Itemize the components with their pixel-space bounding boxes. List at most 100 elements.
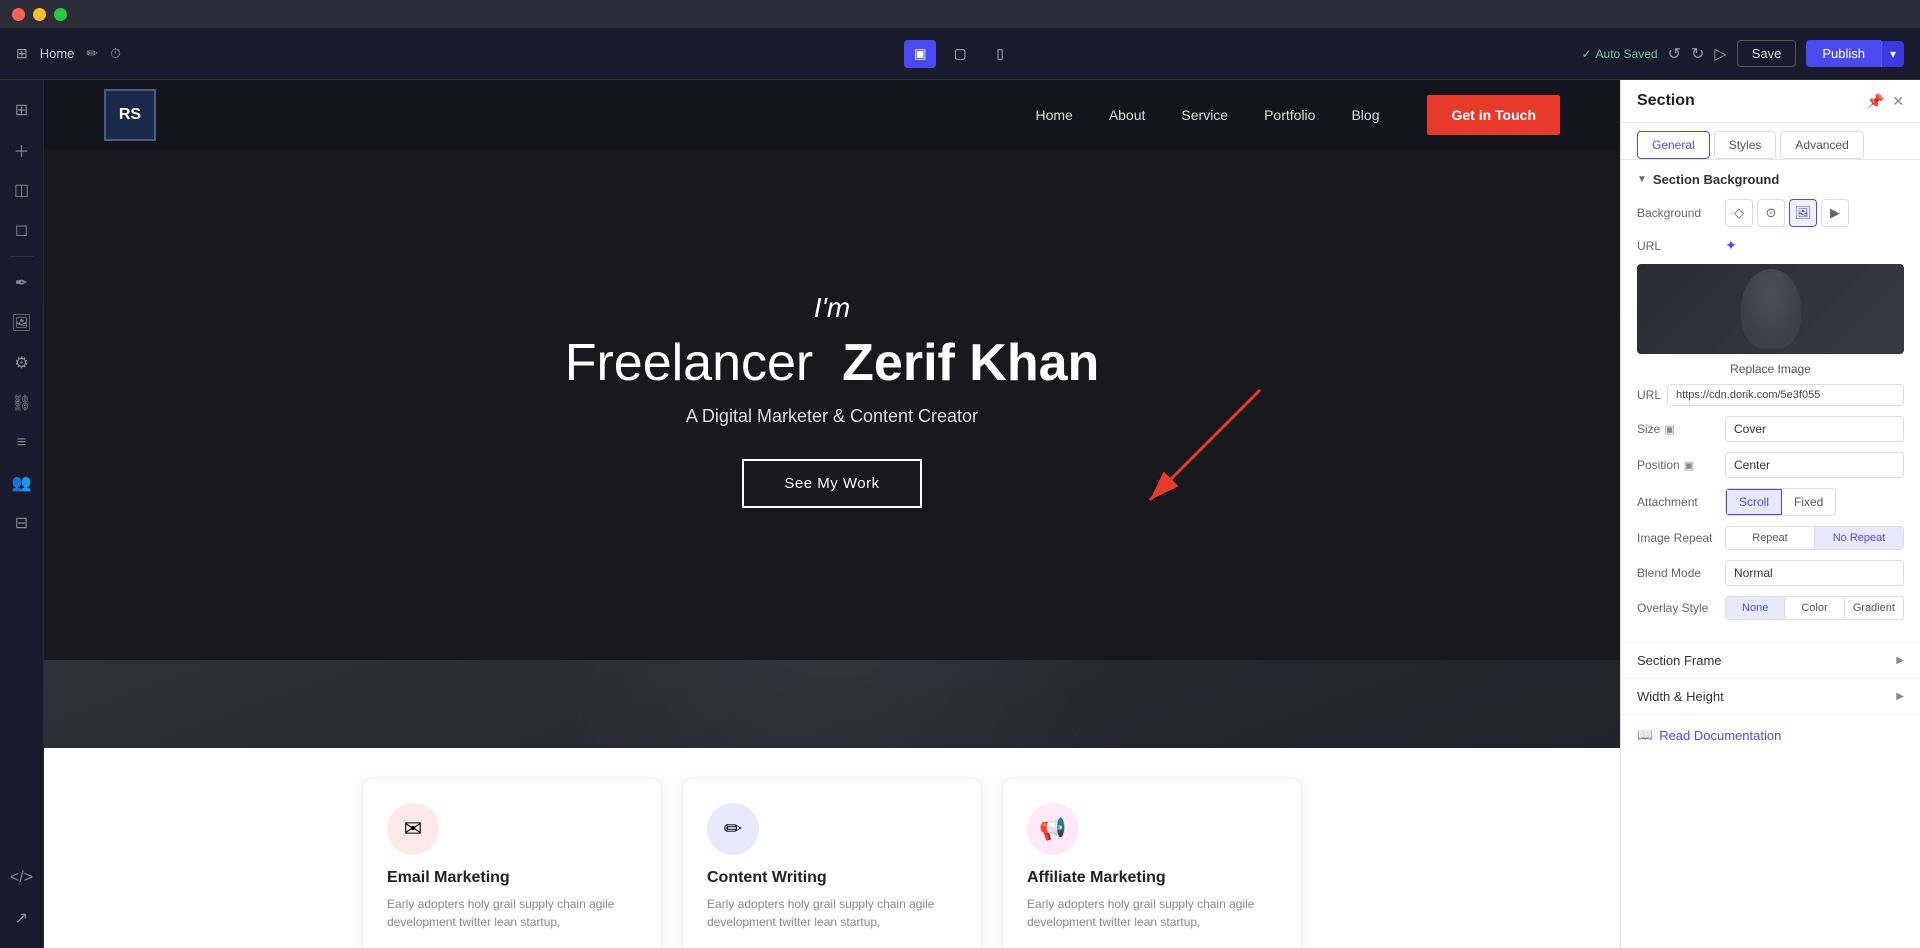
attachment-fixed-btn[interactable]: Fixed bbox=[1782, 489, 1835, 515]
publish-button[interactable]: Publish bbox=[1806, 40, 1881, 67]
nav-link-portfolio[interactable]: Portfolio bbox=[1264, 107, 1315, 123]
blend-mode-label: Blend Mode bbox=[1637, 566, 1717, 580]
bg-video-button[interactable]: ▶ bbox=[1821, 199, 1849, 227]
card-content-writing: ✏ Content Writing Early adopters holy gr… bbox=[682, 778, 982, 948]
minimize-button[interactable] bbox=[33, 8, 46, 21]
save-button[interactable]: Save bbox=[1737, 40, 1797, 67]
bg-gradient-button[interactable]: ⊙ bbox=[1757, 199, 1785, 227]
sidebar-item-code[interactable]: </> bbox=[4, 860, 40, 896]
tab-advanced[interactable]: Advanced bbox=[1780, 131, 1863, 159]
close-button[interactable] bbox=[12, 8, 25, 21]
card-title-email: Email Marketing bbox=[387, 869, 637, 887]
tab-general[interactable]: General bbox=[1637, 131, 1710, 159]
card-text-content: Early adopters holy grail supply chain a… bbox=[707, 895, 957, 931]
mobile-device-btn[interactable]: ▯ bbox=[984, 40, 1016, 68]
width-height-row[interactable]: Width & Height ▶ bbox=[1621, 679, 1920, 715]
sidebar-item-layers[interactable]: ◫ bbox=[4, 172, 40, 208]
sidebar-item-settings[interactable]: ⚙ bbox=[4, 345, 40, 381]
sidebar-item-grid2[interactable]: ⊟ bbox=[4, 505, 40, 541]
overlay-style-row: Overlay Style None Color Gradient bbox=[1637, 596, 1904, 620]
redo-button[interactable]: ↻ bbox=[1691, 44, 1704, 64]
attachment-toggle: Scroll Fixed bbox=[1725, 488, 1836, 516]
overlay-style-label: Overlay Style bbox=[1637, 601, 1717, 615]
overlay-none-btn[interactable]: None bbox=[1726, 597, 1785, 619]
position-label: Position ▣ bbox=[1637, 458, 1717, 472]
pin-icon[interactable]: 📌 bbox=[1867, 93, 1884, 110]
undo-button[interactable]: ↺ bbox=[1668, 44, 1681, 64]
overlay-gradient-btn[interactable]: Gradient bbox=[1845, 597, 1903, 619]
content-writing-icon: ✏ bbox=[707, 803, 759, 855]
size-row: Size ▣ Cover Contain Auto bbox=[1637, 416, 1904, 442]
position-select[interactable]: Center Top Bottom Left Right bbox=[1725, 452, 1904, 478]
read-doc-label: Read Documentation bbox=[1659, 728, 1781, 743]
device-switcher: ▣ ▢ ▯ bbox=[904, 40, 1016, 68]
sidebar-divider bbox=[10, 256, 34, 257]
toolbar-left: ⊞ Home ✏ ⏱ bbox=[16, 45, 892, 62]
panel-header-icons: 📌 ✕ bbox=[1867, 93, 1904, 110]
background-label: Background bbox=[1637, 206, 1717, 220]
edit-icon[interactable]: ✏ bbox=[86, 45, 98, 62]
sidebar-item-users[interactable]: 👥 bbox=[4, 465, 40, 501]
nav-link-home[interactable]: Home bbox=[1035, 107, 1072, 123]
card-text-email: Early adopters holy grail supply chain a… bbox=[387, 895, 637, 931]
nav-link-service[interactable]: Service bbox=[1181, 107, 1228, 123]
see-my-work-button[interactable]: See My Work bbox=[742, 459, 921, 508]
hero-content: I'm Freelancer Zerif Khan A Digital Mark… bbox=[565, 292, 1100, 508]
sidebar-item-elements[interactable]: ◻ bbox=[4, 212, 40, 248]
attachment-scroll-btn[interactable]: Scroll bbox=[1726, 489, 1782, 515]
read-documentation-link[interactable]: 📖 Read Documentation bbox=[1621, 715, 1920, 755]
sidebar-item-share[interactable]: ↗ bbox=[4, 900, 40, 936]
repeat-btn[interactable]: Repeat bbox=[1726, 527, 1815, 549]
hero-name-plain: Freelancer bbox=[565, 334, 814, 392]
size-icon: ▣ bbox=[1664, 423, 1674, 436]
background-type-row: Background ◇ ⊙ 🖼 ▶ bbox=[1637, 199, 1904, 227]
section-background-panel: ▼ Section Background Background ◇ ⊙ 🖼 ▶ … bbox=[1621, 160, 1920, 643]
sidebar-item-pen[interactable]: ✒ bbox=[4, 265, 40, 301]
website-preview: RS Home About Service Portfolio Blog Get… bbox=[44, 80, 1620, 948]
overlay-color-btn[interactable]: Color bbox=[1785, 597, 1844, 619]
url-input-field[interactable] bbox=[1667, 384, 1904, 406]
card-text-affiliate: Early adopters holy grail supply chain a… bbox=[1027, 895, 1277, 931]
history-icon[interactable]: ⏱ bbox=[110, 45, 121, 62]
hero-section: I'm Freelancer Zerif Khan A Digital Mark… bbox=[44, 80, 1620, 660]
repeat-toggle: Repeat No Repeat bbox=[1725, 526, 1904, 550]
card-title-affiliate: Affiliate Marketing bbox=[1027, 869, 1277, 887]
nav-links: Home About Service Portfolio Blog bbox=[1035, 107, 1379, 123]
site-nav: RS Home About Service Portfolio Blog Get… bbox=[44, 80, 1620, 150]
nav-link-about[interactable]: About bbox=[1109, 107, 1146, 123]
get-in-touch-button[interactable]: Get in Touch bbox=[1427, 95, 1560, 135]
overlay-toggle: None Color Gradient bbox=[1725, 596, 1904, 620]
preview-image bbox=[1637, 264, 1904, 354]
sidebar-item-link[interactable]: ⛓ bbox=[4, 385, 40, 421]
sidebar-item-list[interactable]: ≡ bbox=[4, 425, 40, 461]
sidebar-item-grid[interactable]: ⊞ bbox=[4, 92, 40, 128]
no-repeat-btn[interactable]: No Repeat bbox=[1815, 527, 1903, 549]
tablet-device-btn[interactable]: ▢ bbox=[944, 40, 976, 68]
size-select[interactable]: Cover Contain Auto bbox=[1725, 416, 1904, 442]
maximize-button[interactable] bbox=[54, 8, 67, 21]
close-panel-icon[interactable]: ✕ bbox=[1892, 93, 1904, 110]
titlebar bbox=[0, 0, 1920, 28]
url-input-label: URL bbox=[1637, 388, 1661, 402]
section-background-label: Section Background bbox=[1653, 172, 1779, 187]
tab-styles[interactable]: Styles bbox=[1714, 131, 1777, 159]
section-background-header[interactable]: ▼ Section Background bbox=[1637, 172, 1904, 187]
main-area: ⊞ ＋ ◫ ◻ ✒ 🖼 ⚙ ⛓ ≡ 👥 ⊟ </> ↗ RS bbox=[0, 80, 1920, 948]
desktop-device-btn[interactable]: ▣ bbox=[904, 40, 936, 68]
email-marketing-icon: ✉ bbox=[387, 803, 439, 855]
affiliate-marketing-icon: 📢 bbox=[1027, 803, 1079, 855]
nav-link-blog[interactable]: Blog bbox=[1351, 107, 1379, 123]
hero-name-bold: Zerif Khan bbox=[842, 334, 1099, 392]
bg-none-button[interactable]: ◇ bbox=[1725, 199, 1753, 227]
publish-dropdown-button[interactable]: ▾ bbox=[1881, 41, 1904, 67]
home-label: Home bbox=[40, 46, 75, 61]
card-email-marketing: ✉ Email Marketing Early adopters holy gr… bbox=[362, 778, 662, 948]
grid-icon[interactable]: ⊞ bbox=[16, 45, 28, 62]
preview-button[interactable]: ▷ bbox=[1714, 44, 1726, 64]
sidebar-item-add[interactable]: ＋ bbox=[4, 132, 40, 168]
blend-mode-select[interactable]: Normal Multiply Screen Overlay bbox=[1725, 560, 1904, 586]
bg-image-button[interactable]: 🖼 bbox=[1789, 199, 1817, 227]
section-frame-row[interactable]: Section Frame ▶ bbox=[1621, 643, 1920, 679]
url-special-icon[interactable]: ✦ bbox=[1725, 237, 1737, 254]
sidebar-item-image[interactable]: 🖼 bbox=[4, 305, 40, 341]
